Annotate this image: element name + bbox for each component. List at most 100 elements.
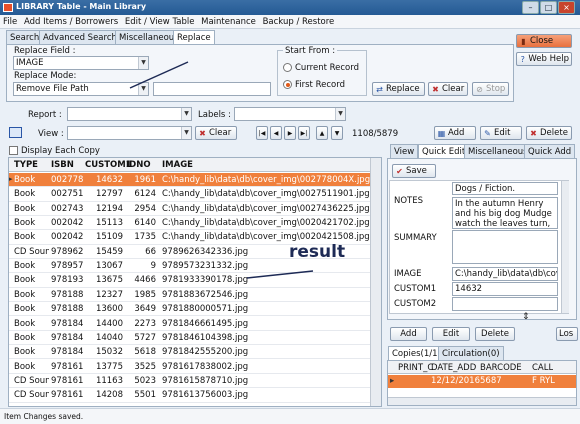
table-row[interactable]: Book97819331367544669781933390178.jpg	[9, 273, 381, 288]
tab-quick-add[interactable]: Quick Add	[524, 144, 576, 158]
tab-advanced-search[interactable]: Advanced Search	[39, 30, 121, 44]
cell-image: C:\handy_lib\data\db\cover_img\002042150…	[162, 232, 370, 243]
table-row[interactable]: Book 0027436 12194 2954 C:\handy_lib\data\db…	[9, 202, 381, 216]
col-image[interactable]: IMAGE	[162, 160, 193, 170]
sort-down-button[interactable]: ▼	[331, 126, 343, 140]
field-list-scrollbar[interactable]	[561, 181, 569, 313]
summary-field[interactable]	[452, 230, 558, 264]
last-record-button[interactable]: ▶|	[298, 126, 310, 140]
cell-type: Book	[14, 304, 36, 315]
radio-first-record[interactable]	[283, 80, 292, 89]
copies-hscrollbar[interactable]	[388, 397, 576, 405]
cell-custom1: 14208	[95, 390, 123, 401]
tab-side-miscellaneous[interactable]: Miscellaneous	[464, 144, 532, 158]
view-clear-button[interactable]: ✖ Clear	[195, 126, 237, 140]
table-row[interactable]: Book 9781846 14040 5727 9781846104398.jpg	[9, 331, 381, 346]
table-row[interactable]: Book 9781617 13775 3525 9781617838002.jpg	[9, 360, 381, 374]
tab-search[interactable]: Search	[6, 30, 44, 44]
col-custom1[interactable]: CUSTOM1	[85, 160, 132, 170]
copy-row[interactable]: ▸ 12/12/2016 5687 F RYL	[388, 375, 576, 388]
window-title-bar: LIBRARY Table - Main Library	[0, 0, 580, 15]
prev-record-button[interactable]: ◀	[270, 126, 282, 140]
cell-isbn: 9781617	[51, 361, 83, 372]
save-button[interactable]: ✔ Save	[392, 164, 436, 178]
table-row[interactable]: CD Soun9781613 14208 5501 9781613756003.jpg	[9, 388, 381, 403]
table-row[interactable]: Book 9781883 12327 1985 9781883672546.jpg	[9, 288, 381, 303]
cell-custom1: 14040	[95, 332, 123, 343]
next-record-button[interactable]: ▶	[284, 126, 296, 140]
custom1-field[interactable]: 14632	[452, 282, 558, 296]
menu-add-items[interactable]: Add Items / Borrowers	[24, 17, 118, 27]
table-row[interactable]: CD Soun9781615 11163 5023 9781615878710.jpg	[9, 374, 381, 389]
radio-current-record[interactable]	[283, 63, 292, 72]
notes-field[interactable]: In the autumn Henry and his big dog Mudg…	[452, 197, 558, 229]
chevron-down-icon[interactable]: ▼	[181, 108, 191, 120]
add-icon: ▦	[437, 128, 446, 138]
delete-button[interactable]: ✖ Delete	[526, 126, 572, 140]
replace-clear-button[interactable]: ✖ Clear	[428, 82, 468, 96]
col-date-added[interactable]: DATE_ADD	[431, 363, 476, 373]
col-type[interactable]: TYPE	[14, 160, 38, 170]
tab-copies[interactable]: Copies(1/1)	[388, 346, 445, 360]
close-button[interactable]: ▮ Close	[516, 34, 572, 48]
view-select[interactable]	[67, 126, 192, 140]
menu-file[interactable]: File	[3, 17, 17, 27]
replace-button[interactable]: ⇄ Replace	[372, 82, 425, 96]
display-each-copy-checkbox[interactable]	[9, 146, 18, 155]
cell-idno: 1985	[134, 289, 156, 300]
cell-type: Book	[14, 361, 36, 372]
report-select[interactable]	[67, 107, 192, 121]
table-scrollbar[interactable]	[370, 158, 381, 406]
menu-backup[interactable]: Backup / Restore	[263, 17, 335, 27]
items-table: TYPE ISBN CUSTOM1 IDNO IMAGE ▸ Book 002778…	[8, 157, 382, 407]
custom2-field[interactable]	[452, 297, 558, 311]
labels-select[interactable]	[234, 107, 346, 121]
copy-add-button[interactable]: Add	[390, 327, 427, 341]
edit-button[interactable]: ✎ Edit	[480, 126, 522, 140]
cell-type: Book	[14, 218, 36, 229]
sort-up-button[interactable]: ▲	[316, 126, 328, 140]
maximize-button[interactable]: □	[540, 1, 557, 14]
splitter-icon[interactable]: ⇕	[522, 312, 530, 322]
chevron-down-icon[interactable]: ▼	[335, 108, 345, 120]
col-barcode[interactable]: BARCODE	[480, 363, 522, 373]
tab-view[interactable]: View	[390, 144, 419, 158]
annotation-arrow-top	[129, 61, 189, 89]
web-help-button[interactable]: ? Web Help	[516, 52, 572, 66]
menu-maintenance[interactable]: Maintenance	[201, 17, 256, 27]
add-button[interactable]: ▦ Add	[434, 126, 476, 140]
close-window-button[interactable]: ×	[558, 1, 575, 14]
first-record-nav-button[interactable]: |◀	[256, 126, 268, 140]
col-isbn[interactable]: ISBN	[51, 160, 74, 170]
cell-image: 9781842555200.jpg	[162, 347, 249, 358]
copy-edit-button[interactable]: Edit	[432, 327, 470, 341]
col-idno[interactable]: IDNO	[126, 160, 151, 170]
cell-type: Book	[14, 318, 36, 329]
table-row[interactable]: Book 9781842 15032 5618 9781842555200.jpg	[9, 345, 381, 360]
table-row[interactable]: Book 9781880 13600 3649 9781880000571.jpg	[9, 302, 381, 317]
col-call[interactable]: CALL	[532, 363, 553, 373]
cell-idno: 2954	[134, 203, 156, 214]
chevron-down-icon[interactable]: ▼	[181, 127, 191, 139]
cell-custom1: 15109	[95, 232, 123, 243]
image-field[interactable]: C:\handy_lib\data\db\cover	[452, 267, 558, 281]
table-row[interactable]: ▸Book 0027780 14632 1961 C:\handy_lib\data\d…	[9, 173, 381, 188]
cell-image: 9781880000571.jpg	[162, 304, 249, 315]
col-print[interactable]: PRINT_C	[398, 363, 433, 373]
tab-quick-edit[interactable]: Quick Edit	[418, 144, 470, 158]
tab-replace[interactable]: Replace	[173, 30, 215, 45]
menu-edit-view[interactable]: Edit / View Table	[125, 17, 195, 27]
table-view-icon[interactable]	[9, 127, 22, 138]
copy-lost-button[interactable]: Los	[556, 327, 578, 341]
table-row[interactable]: Book 9781846 14400 2273 9781846661495.jpg	[9, 317, 381, 331]
start-from-label: Start From :	[283, 46, 338, 56]
tab-circulation[interactable]: Circulation(0)	[438, 346, 504, 360]
stop-button[interactable]: ⊘ Stop	[472, 82, 509, 96]
subject-field[interactable]: Dogs / Fiction.	[452, 182, 558, 195]
cell-idno: 3525	[134, 361, 156, 372]
table-row[interactable]: Book 0027511 12797 6124 C:\handy_lib\data\db…	[9, 187, 381, 202]
table-header: TYPE ISBN CUSTOM1 IDNO IMAGE	[9, 158, 381, 172]
copy-delete-button[interactable]: Delete	[475, 327, 515, 341]
table-row[interactable]: Book 0020421 15113 6140 C:\handy_lib\data\db…	[9, 216, 381, 231]
minimize-button[interactable]: –	[522, 1, 539, 14]
